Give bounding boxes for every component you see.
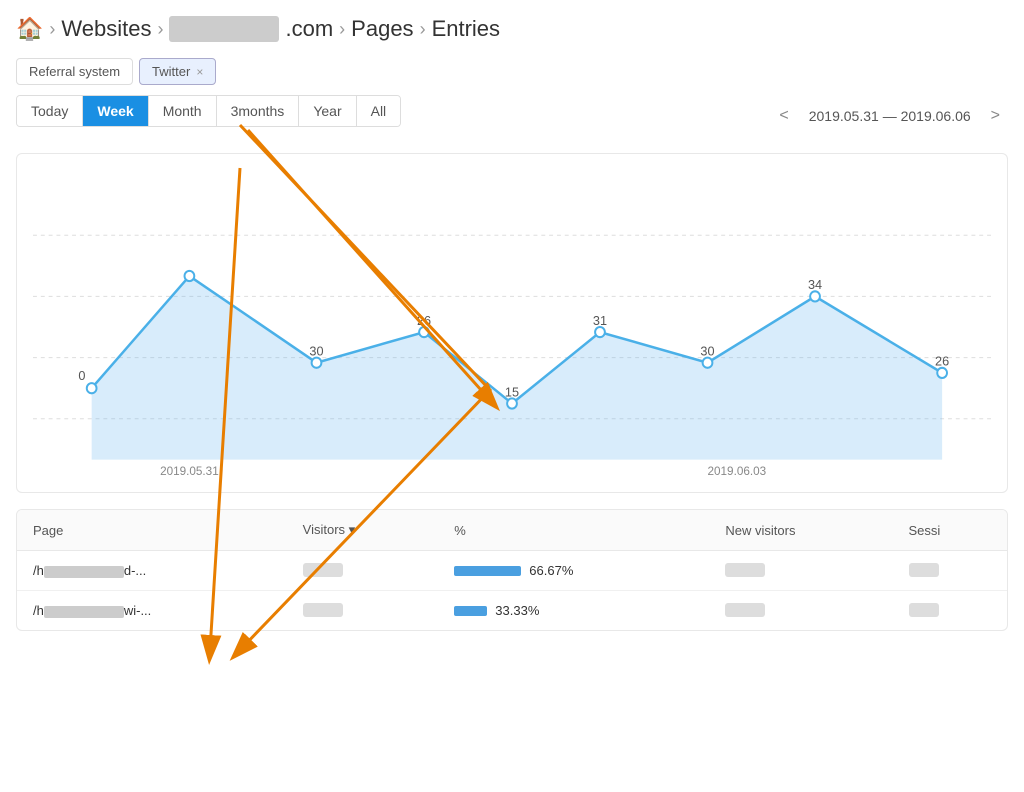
point-label-6: 30 bbox=[700, 343, 714, 358]
breadcrumb-sep3: › bbox=[339, 19, 345, 40]
percent-bar-container-0: 66.67% bbox=[454, 563, 693, 578]
table-row: /h d-... 66.67% bbox=[17, 551, 1007, 591]
tab-year[interactable]: Year bbox=[299, 96, 356, 126]
data-point-1 bbox=[185, 271, 195, 281]
cell-sessions-0 bbox=[893, 551, 1007, 591]
page-wrapper: 🏠 › Websites › .com › Pages › Entries Re… bbox=[0, 0, 1024, 792]
tag-tab-referral[interactable]: Referral system bbox=[16, 58, 133, 85]
prev-date-button[interactable]: < bbox=[771, 103, 796, 129]
breadcrumb-entries[interactable]: Entries bbox=[432, 16, 500, 42]
breadcrumb-sep2: › bbox=[157, 19, 163, 40]
cell-page-1: /h wi-... bbox=[17, 591, 287, 631]
period-tabs: Today Week Month 3months Year All bbox=[16, 95, 401, 127]
data-point-6 bbox=[703, 358, 713, 368]
x-label-1: 2019.06.03 bbox=[708, 464, 767, 478]
breadcrumb-sep4: › bbox=[420, 19, 426, 40]
cell-new-visitors-1 bbox=[709, 591, 892, 631]
new-visitors-value-1 bbox=[725, 603, 765, 617]
sort-icon: ▾ bbox=[349, 522, 356, 537]
data-table-container: Page Visitors ▾ % New visitors Sessi /h … bbox=[16, 509, 1008, 631]
point-label-2: 30 bbox=[309, 343, 323, 358]
point-label-3: 26 bbox=[417, 313, 431, 328]
tab-all[interactable]: All bbox=[357, 96, 401, 126]
sessions-value-0 bbox=[909, 563, 939, 577]
breadcrumb-websites[interactable]: Websites bbox=[61, 16, 151, 42]
data-point-2 bbox=[312, 358, 322, 368]
breadcrumb-sep: › bbox=[49, 19, 55, 40]
chart-container: 0 30 26 15 31 30 34 26 2019.05.31 2019.0… bbox=[16, 153, 1008, 493]
table-header-row: Page Visitors ▾ % New visitors Sessi bbox=[17, 510, 1007, 551]
tag-close-twitter[interactable]: × bbox=[196, 65, 203, 79]
point-label-4: 15 bbox=[505, 384, 519, 399]
cell-new-visitors-0 bbox=[709, 551, 892, 591]
tag-tabs: Referral system Twitter × bbox=[16, 58, 1008, 85]
percent-label-1: 33.33% bbox=[495, 603, 539, 618]
tag-label-twitter: Twitter bbox=[152, 64, 190, 79]
visitors-value-1 bbox=[303, 603, 343, 617]
cell-page-0: /h d-... bbox=[17, 551, 287, 591]
cell-percent-1: 33.33% bbox=[438, 591, 709, 631]
new-visitors-value-0 bbox=[725, 563, 765, 577]
col-header-new-visitors: New visitors bbox=[709, 510, 892, 551]
cell-sessions-1 bbox=[893, 591, 1007, 631]
data-point-3 bbox=[419, 327, 429, 337]
controls-row: Today Week Month 3months Year All < 2019… bbox=[16, 95, 1008, 137]
chart-area bbox=[92, 276, 942, 460]
data-point-4 bbox=[507, 398, 517, 408]
tag-label-referral: Referral system bbox=[29, 64, 120, 79]
breadcrumb-domain[interactable] bbox=[169, 16, 279, 42]
tab-month[interactable]: Month bbox=[149, 96, 217, 126]
chart-svg: 0 30 26 15 31 30 34 26 2019.05.31 2019.0… bbox=[33, 174, 991, 480]
col-header-sessions: Sessi bbox=[893, 510, 1007, 551]
sessions-value-1 bbox=[909, 603, 939, 617]
cell-visitors-0 bbox=[287, 551, 439, 591]
data-point-8 bbox=[937, 368, 947, 378]
cell-visitors-1 bbox=[287, 591, 439, 631]
point-label-8: 26 bbox=[935, 354, 949, 369]
cell-percent-0: 66.67% bbox=[438, 551, 709, 591]
percent-bar-container-1: 33.33% bbox=[454, 603, 693, 618]
tab-today[interactable]: Today bbox=[17, 96, 83, 126]
tab-3months[interactable]: 3months bbox=[217, 96, 300, 126]
visitors-value-0 bbox=[303, 563, 343, 577]
next-date-button[interactable]: > bbox=[983, 103, 1008, 129]
point-label-0: 0 bbox=[78, 368, 85, 383]
home-icon[interactable]: 🏠 bbox=[16, 16, 43, 42]
data-table: Page Visitors ▾ % New visitors Sessi /h … bbox=[17, 510, 1007, 630]
tab-week[interactable]: Week bbox=[83, 96, 148, 126]
breadcrumb-pages[interactable]: Pages bbox=[351, 16, 413, 42]
point-label-5: 31 bbox=[593, 313, 607, 328]
percent-label-0: 66.67% bbox=[529, 563, 573, 578]
point-label-7: 34 bbox=[808, 277, 822, 292]
data-point-5 bbox=[595, 327, 605, 337]
col-header-page: Page bbox=[17, 510, 287, 551]
data-point-7 bbox=[810, 291, 820, 301]
date-range-label: 2019.05.31 — 2019.06.06 bbox=[801, 108, 979, 124]
table-row: /h wi-... 33.33% bbox=[17, 591, 1007, 631]
x-label-0: 2019.05.31 bbox=[160, 464, 219, 478]
tag-tab-twitter[interactable]: Twitter × bbox=[139, 58, 216, 85]
date-navigation: < 2019.05.31 — 2019.06.06 > bbox=[771, 103, 1008, 129]
col-header-percent: % bbox=[438, 510, 709, 551]
progress-bar-1 bbox=[454, 606, 487, 616]
data-point-0 bbox=[87, 383, 97, 393]
progress-bar-0 bbox=[454, 566, 521, 576]
breadcrumb: 🏠 › Websites › .com › Pages › Entries bbox=[16, 16, 1008, 42]
col-header-visitors[interactable]: Visitors ▾ bbox=[287, 510, 439, 551]
